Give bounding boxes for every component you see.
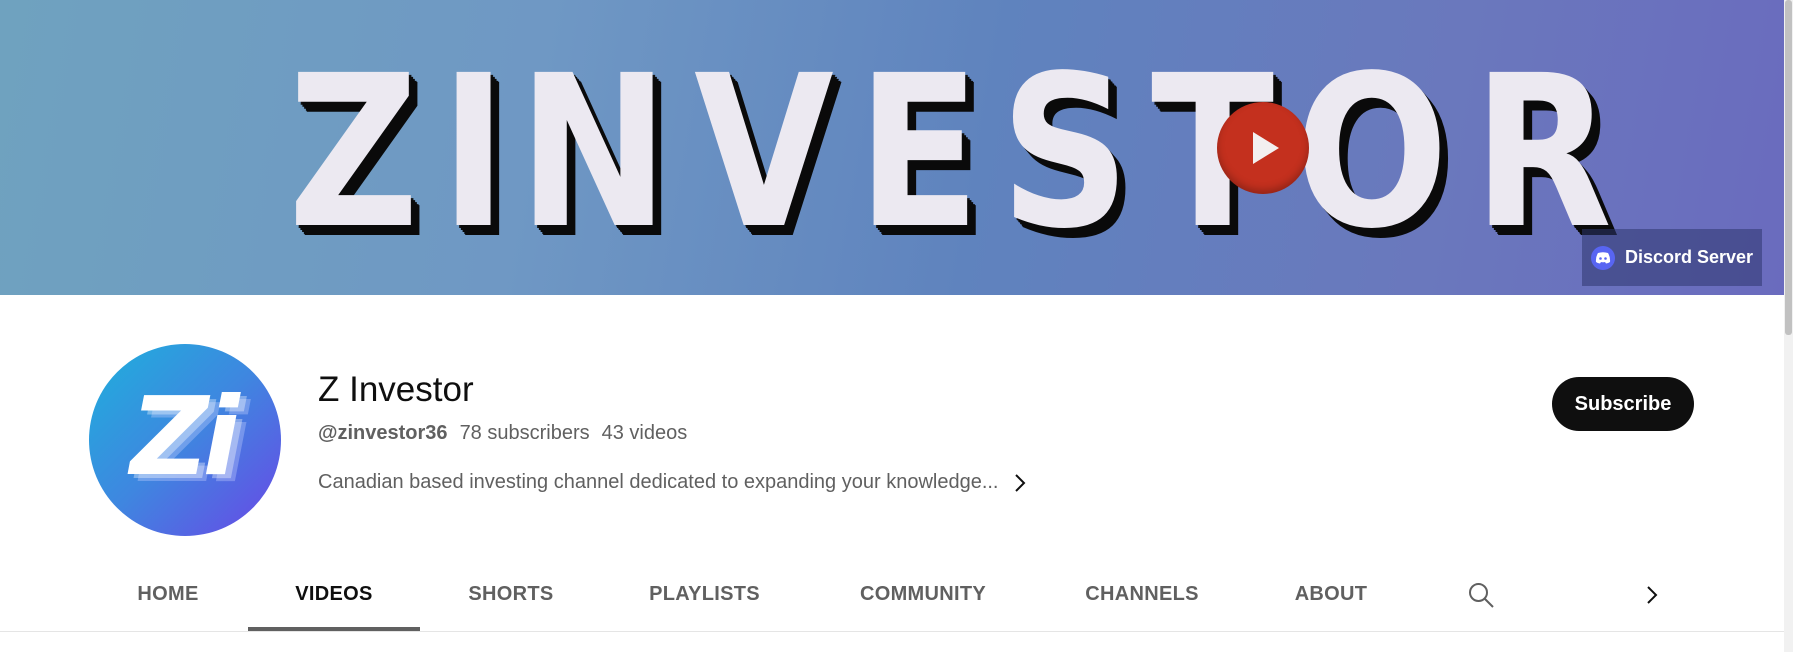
page-scrollbar-thumb[interactable] — [1785, 0, 1792, 335]
channel-tabs: HOME VIDEOS SHORTS PLAYLISTS COMMUNITY C… — [0, 560, 1784, 632]
search-icon[interactable] — [1466, 580, 1496, 610]
discord-icon — [1590, 245, 1615, 270]
banner-letter: Z — [288, 30, 419, 275]
banner-letter: I — [440, 30, 508, 275]
play-icon — [1217, 102, 1309, 194]
tab-channels[interactable]: CHANNELS — [1074, 560, 1210, 629]
tab-home[interactable]: HOME — [118, 560, 218, 629]
channel-description-text: Canadian based investing channel dedicat… — [318, 471, 999, 493]
tab-videos[interactable]: VIDEOS — [248, 560, 420, 629]
chevron-right-icon[interactable] — [1013, 472, 1027, 494]
banner-letter: R — [1473, 30, 1613, 275]
subscriber-count: 78 subscribers — [459, 422, 590, 444]
banner-letter: V — [694, 30, 834, 275]
discord-button-label: Discord Server — [1624, 247, 1754, 267]
channel-avatar[interactable]: Zi — [89, 344, 281, 536]
channel-banner: Z I N V E S T O R Discord Server — [0, 0, 1784, 295]
channel-meta: @zinvestor36 78 subscribers 43 videos — [318, 422, 687, 445]
subscribe-button[interactable]: Subscribe — [1552, 377, 1694, 431]
banner-letter: O — [1294, 30, 1449, 275]
tab-shorts[interactable]: SHORTS — [452, 560, 570, 629]
avatar-initials: Zi — [130, 374, 239, 500]
chevron-right-icon[interactable] — [1637, 580, 1667, 610]
banner-letter: N — [518, 30, 670, 275]
channel-description[interactable]: Canadian based investing channel dedicat… — [318, 471, 1027, 494]
tab-playlists[interactable]: PLAYLISTS — [632, 560, 777, 629]
channel-name: Z Investor — [318, 370, 474, 409]
tabs-divider — [0, 631, 1784, 632]
banner-title: Z I N V E S T O R — [288, 30, 1612, 275]
tab-community[interactable]: COMMUNITY — [842, 560, 1004, 629]
tab-about[interactable]: ABOUT — [1280, 560, 1382, 629]
discord-server-link[interactable]: Discord Server — [1582, 229, 1762, 286]
banner-letter: S — [1000, 30, 1131, 275]
banner-letter: E — [856, 30, 981, 275]
video-count: 43 videos — [601, 422, 688, 444]
channel-handle: @zinvestor36 — [318, 422, 448, 444]
